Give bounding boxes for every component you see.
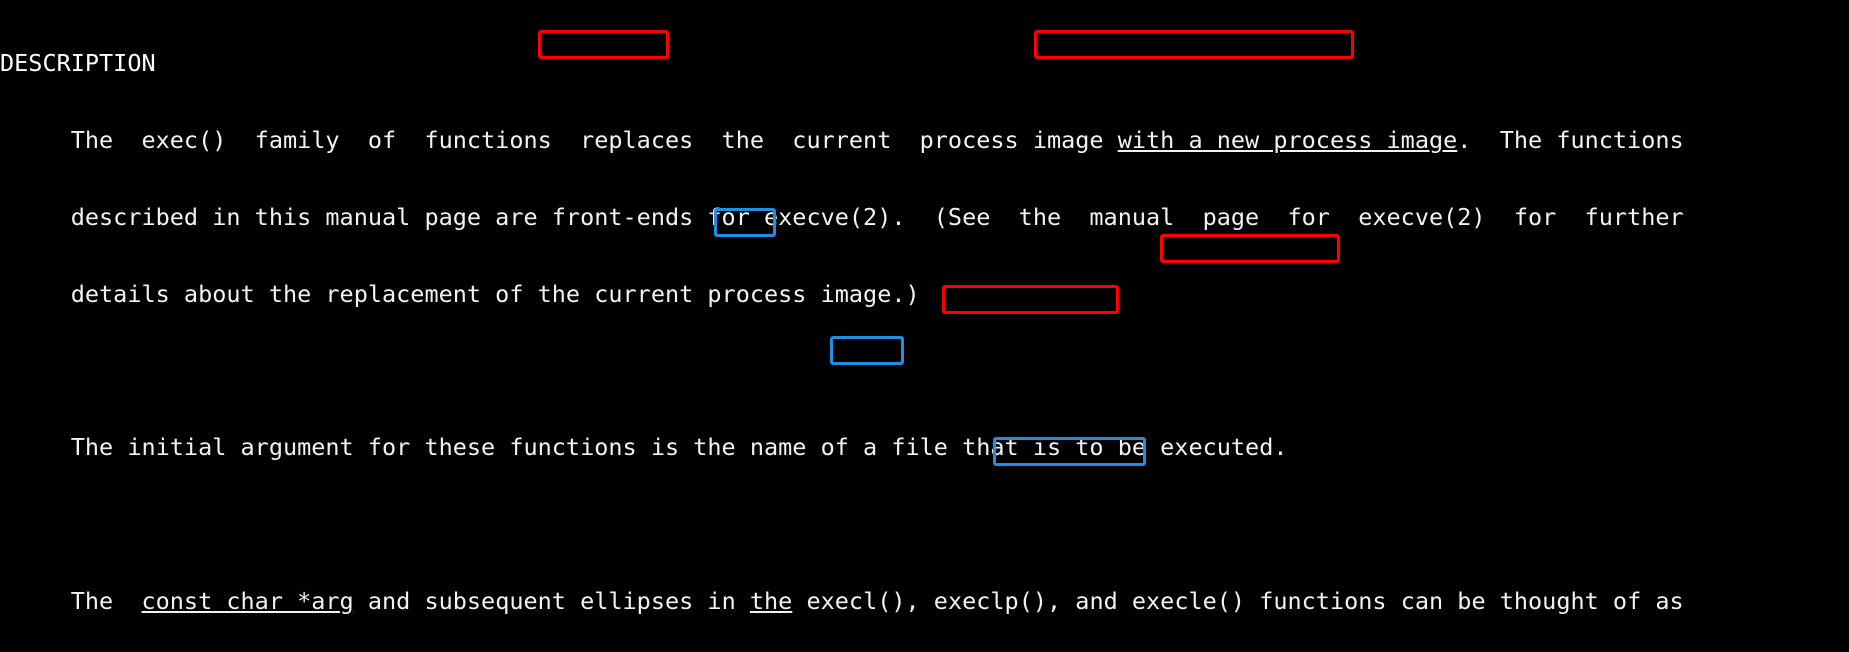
man-line: The const char *arg and subsequent ellip… [0,586,1684,615]
man-line: details about the replacement of the cur… [0,279,920,308]
section-heading: DESCRIPTION [0,49,156,78]
man-line: The initial argument for these functions… [0,433,1288,462]
terminal-window: DESCRIPTION The exec() family of functio… [0,0,1849,652]
man-page-content: DESCRIPTION The exec() family of functio… [0,0,1698,652]
man-line: described in this manual page are front-… [0,202,1684,231]
man-line: The exec() family of functions replaces … [0,125,1684,154]
